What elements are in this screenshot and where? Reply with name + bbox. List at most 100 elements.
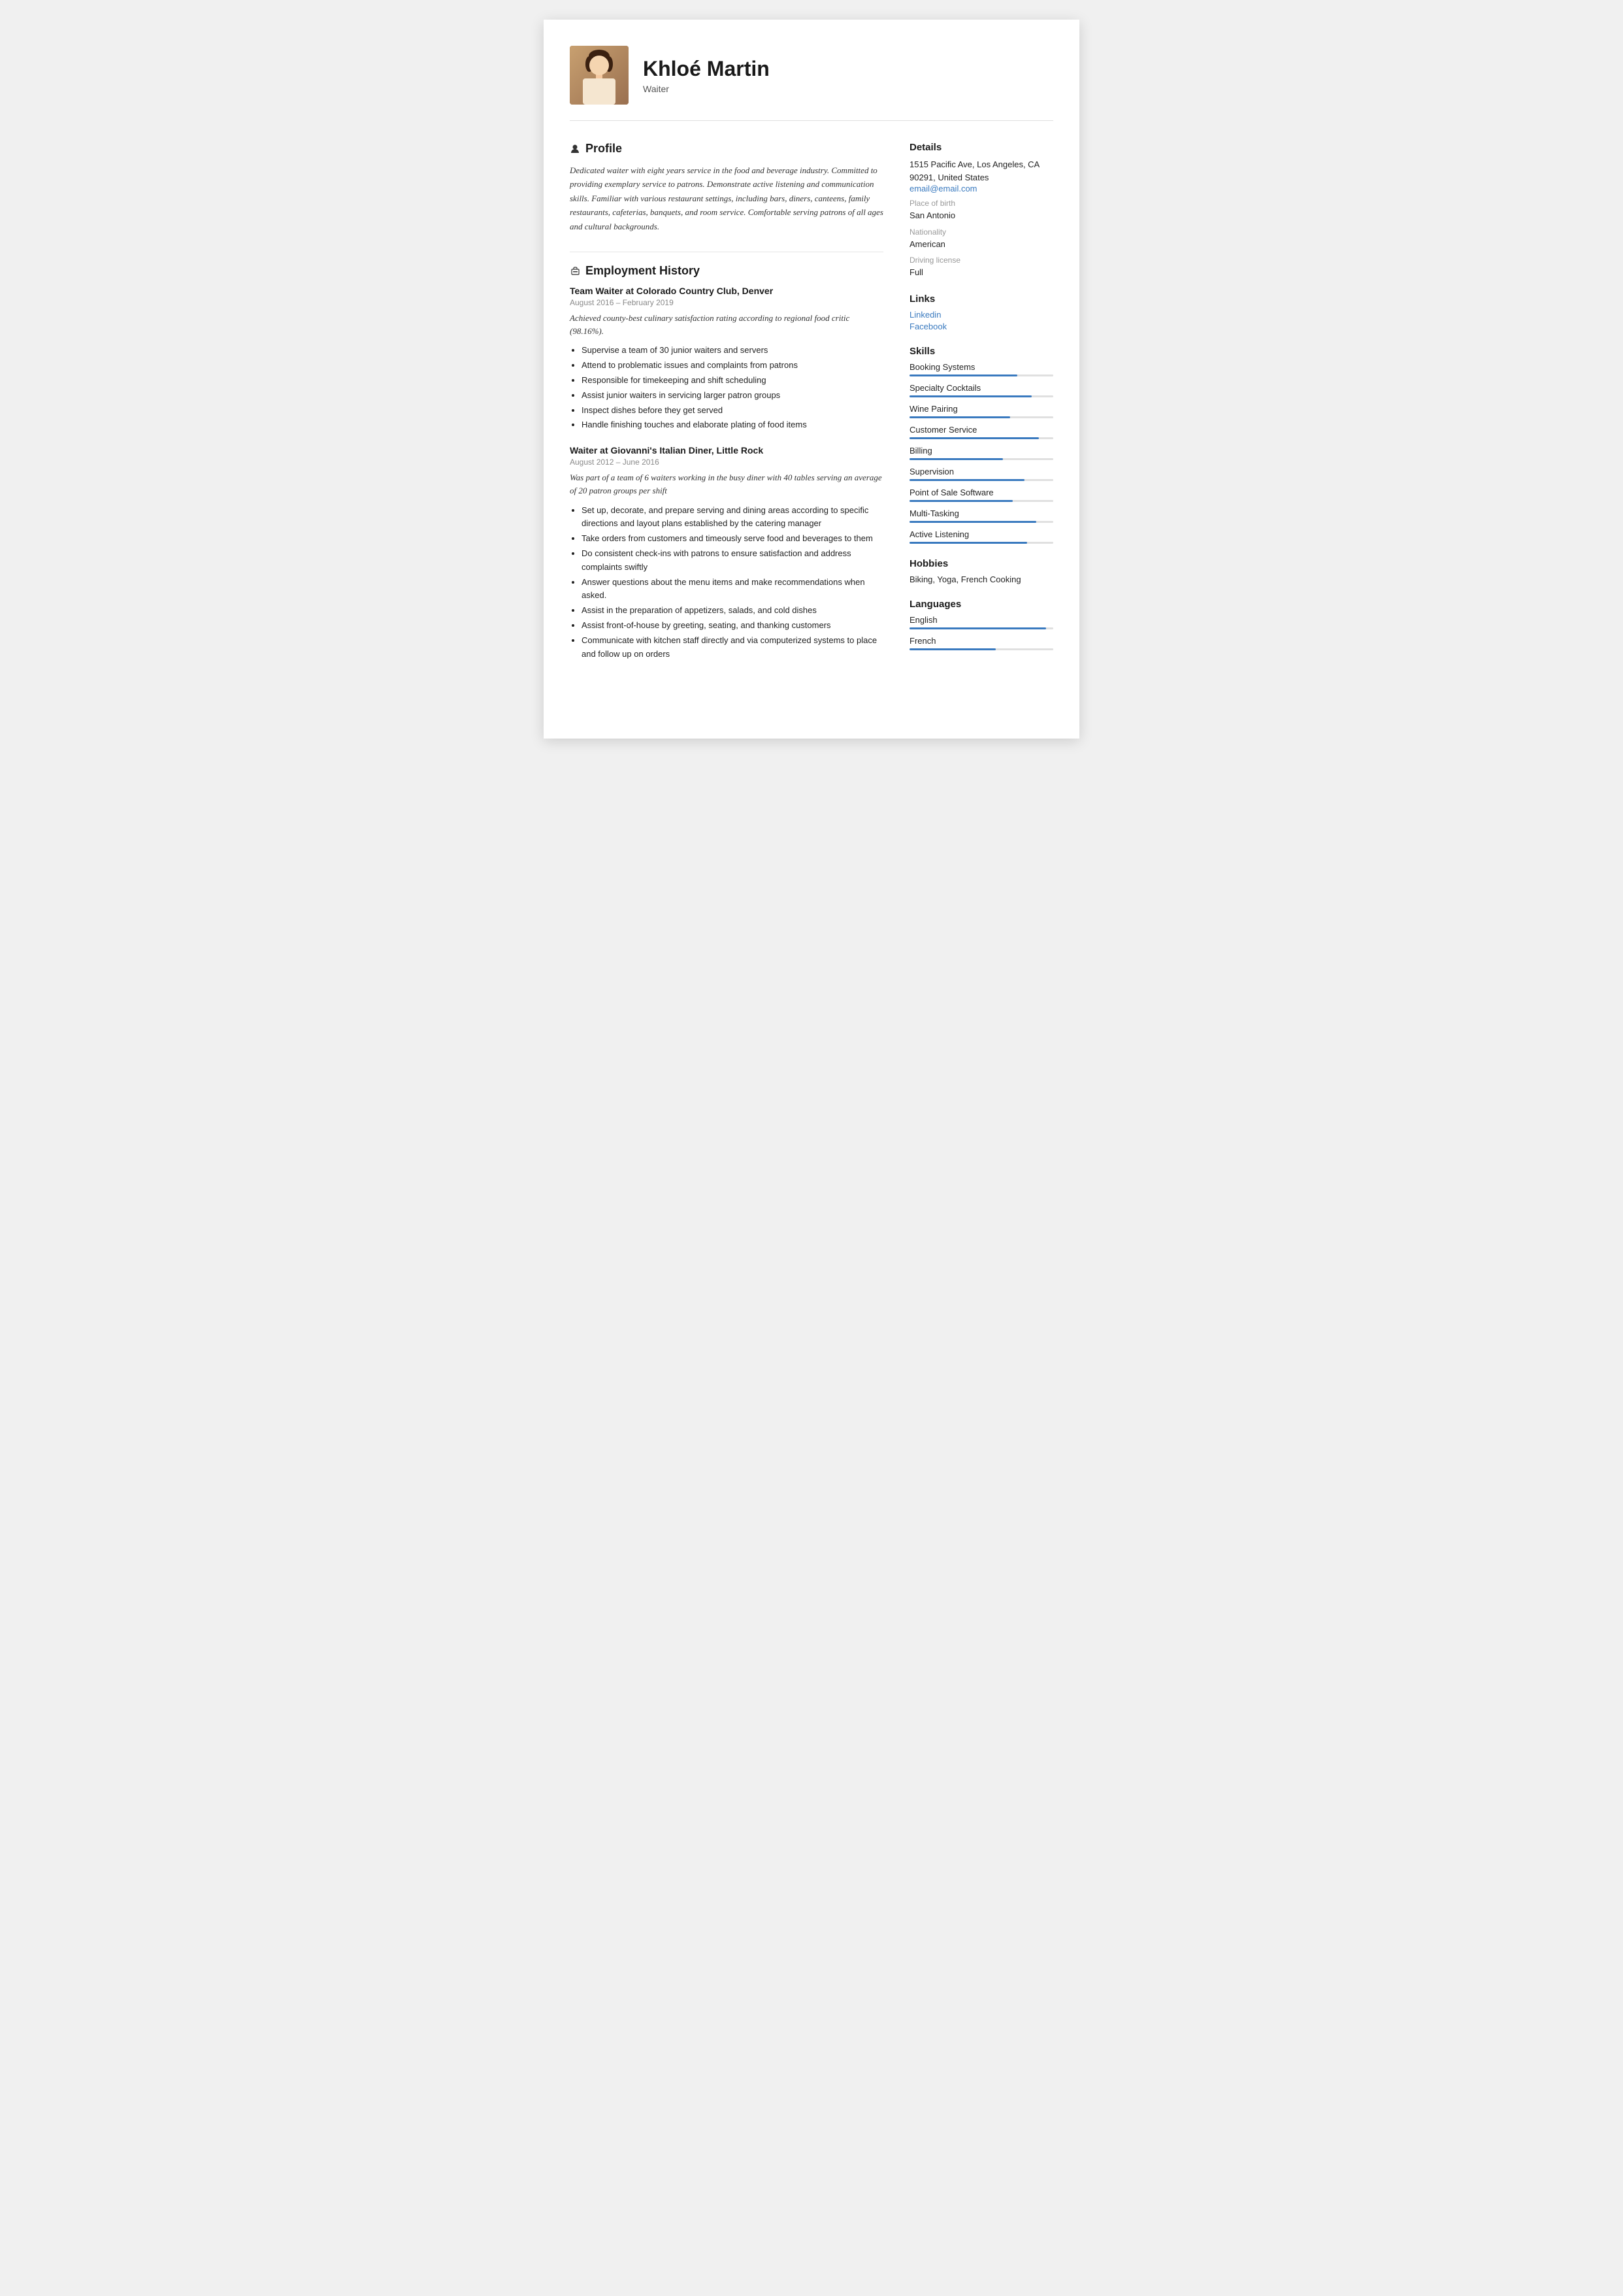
details-section-title: Details bbox=[910, 142, 1053, 153]
language-bar-fill bbox=[910, 648, 996, 650]
language-item: French bbox=[910, 636, 1053, 650]
profile-section-title: Profile bbox=[570, 142, 883, 156]
header: Khloé Martin Waiter bbox=[570, 46, 1053, 121]
skill-item: Point of Sale Software bbox=[910, 488, 1053, 502]
skill-item: Booking Systems bbox=[910, 362, 1053, 376]
place-of-birth-label: Place of birth bbox=[910, 199, 1053, 208]
skill-bar-fill bbox=[910, 395, 1032, 397]
job-title-2: Waiter at Giovanni's Italian Diner, Litt… bbox=[570, 445, 883, 456]
right-column: Details 1515 Pacific Ave, Los Angeles, C… bbox=[910, 142, 1053, 706]
place-of-birth-value: San Antonio bbox=[910, 209, 1053, 222]
language-bar-bg bbox=[910, 648, 1053, 650]
skill-bar-bg bbox=[910, 521, 1053, 523]
skill-name: Booking Systems bbox=[910, 362, 1053, 372]
list-item: Answer questions about the menu items an… bbox=[582, 576, 883, 603]
details-address: 1515 Pacific Ave, Los Angeles, CA 90291,… bbox=[910, 158, 1053, 184]
list-item: Supervise a team of 30 junior waiters an… bbox=[582, 344, 883, 358]
languages-section-title: Languages bbox=[910, 599, 1053, 610]
job-entry-2: Waiter at Giovanni's Italian Diner, Litt… bbox=[570, 445, 883, 661]
employment-section: Employment History Team Waiter at Colora… bbox=[570, 264, 883, 661]
skill-bar-bg bbox=[910, 437, 1053, 439]
details-email: email@email.com bbox=[910, 184, 1053, 193]
avatar-image bbox=[570, 46, 629, 105]
skill-name: Multi-Tasking bbox=[910, 508, 1053, 518]
skill-bar-bg bbox=[910, 500, 1053, 502]
skill-bar-fill bbox=[910, 437, 1039, 439]
job-entry-1: Team Waiter at Colorado Country Club, De… bbox=[570, 286, 883, 432]
list-item: Inspect dishes before they get served bbox=[582, 404, 883, 418]
job-dates-2: August 2012 – June 2016 bbox=[570, 458, 883, 467]
skill-name: Billing bbox=[910, 446, 1053, 456]
skill-bar-fill bbox=[910, 500, 1013, 502]
details-section: Details 1515 Pacific Ave, Los Angeles, C… bbox=[910, 142, 1053, 279]
hobbies-text: Biking, Yoga, French Cooking bbox=[910, 574, 1053, 584]
skill-name: Customer Service bbox=[910, 425, 1053, 435]
language-bar-fill bbox=[910, 627, 1046, 629]
skill-item: Active Listening bbox=[910, 529, 1053, 544]
facebook-link[interactable]: Facebook bbox=[910, 322, 1053, 331]
driving-license-label: Driving license bbox=[910, 256, 1053, 265]
left-column: Profile Dedicated waiter with eight year… bbox=[570, 142, 883, 706]
driving-license-value: Full bbox=[910, 266, 1053, 279]
links-section: Links Linkedin Facebook bbox=[910, 293, 1053, 331]
hobbies-section: Hobbies Biking, Yoga, French Cooking bbox=[910, 558, 1053, 584]
job-dates-1: August 2016 – February 2019 bbox=[570, 298, 883, 307]
profile-icon bbox=[570, 144, 580, 154]
job-summary-2: Was part of a team of 6 waiters working … bbox=[570, 471, 883, 497]
skill-bar-fill bbox=[910, 542, 1027, 544]
skill-bar-bg bbox=[910, 416, 1053, 418]
job-summary-1: Achieved county-best culinary satisfacti… bbox=[570, 312, 883, 338]
skill-bar-bg bbox=[910, 479, 1053, 481]
list-item: Assist in the preparation of appetizers,… bbox=[582, 604, 883, 618]
list-item: Assist front-of-house by greeting, seati… bbox=[582, 619, 883, 633]
skill-item: Customer Service bbox=[910, 425, 1053, 439]
profile-section: Profile Dedicated waiter with eight year… bbox=[570, 142, 883, 233]
nationality-label: Nationality bbox=[910, 227, 1053, 237]
list-item: Responsible for timekeeping and shift sc… bbox=[582, 374, 883, 388]
profile-text: Dedicated waiter with eight years servic… bbox=[570, 163, 883, 233]
skill-bar-fill bbox=[910, 458, 1003, 460]
candidate-title: Waiter bbox=[643, 84, 1053, 94]
employment-section-title: Employment History bbox=[570, 264, 883, 278]
skill-bar-bg bbox=[910, 542, 1053, 544]
avatar bbox=[570, 46, 629, 105]
languages-list: English French bbox=[910, 615, 1053, 650]
skill-bar-bg bbox=[910, 395, 1053, 397]
skill-bar-fill bbox=[910, 416, 1010, 418]
skills-section: Skills Booking Systems Specialty Cocktai… bbox=[910, 346, 1053, 544]
main-content: Profile Dedicated waiter with eight year… bbox=[570, 142, 1053, 706]
skill-item: Wine Pairing bbox=[910, 404, 1053, 418]
skills-section-title: Skills bbox=[910, 346, 1053, 357]
skill-name: Wine Pairing bbox=[910, 404, 1053, 414]
list-item: Do consistent check-ins with patrons to … bbox=[582, 547, 883, 574]
hobbies-section-title: Hobbies bbox=[910, 558, 1053, 569]
nationality-value: American bbox=[910, 238, 1053, 251]
links-section-title: Links bbox=[910, 293, 1053, 305]
list-item: Take orders from customers and timeously… bbox=[582, 532, 883, 546]
skill-item: Multi-Tasking bbox=[910, 508, 1053, 523]
linkedin-link[interactable]: Linkedin bbox=[910, 310, 1053, 320]
skill-bar-fill bbox=[910, 521, 1036, 523]
languages-section: Languages English French bbox=[910, 599, 1053, 650]
language-bar-bg bbox=[910, 627, 1053, 629]
skill-name: Supervision bbox=[910, 467, 1053, 476]
candidate-name: Khloé Martin bbox=[643, 57, 1053, 81]
skill-item: Specialty Cocktails bbox=[910, 383, 1053, 397]
list-item: Handle finishing touches and elaborate p… bbox=[582, 418, 883, 432]
skill-bar-fill bbox=[910, 374, 1017, 376]
language-item: English bbox=[910, 615, 1053, 629]
list-item: Attend to problematic issues and complai… bbox=[582, 359, 883, 373]
skill-item: Supervision bbox=[910, 467, 1053, 481]
skills-list: Booking Systems Specialty Cocktails Wine… bbox=[910, 362, 1053, 544]
language-name: French bbox=[910, 636, 1053, 646]
job-bullets-2: Set up, decorate, and prepare serving an… bbox=[570, 504, 883, 661]
skill-name: Active Listening bbox=[910, 529, 1053, 539]
skill-name: Point of Sale Software bbox=[910, 488, 1053, 497]
resume-container: Khloé Martin Waiter Profile Dedicated wa bbox=[544, 20, 1079, 739]
list-item: Communicate with kitchen staff directly … bbox=[582, 634, 883, 661]
skill-name: Specialty Cocktails bbox=[910, 383, 1053, 393]
job-bullets-1: Supervise a team of 30 junior waiters an… bbox=[570, 344, 883, 432]
job-title-1: Team Waiter at Colorado Country Club, De… bbox=[570, 286, 883, 296]
skill-item: Billing bbox=[910, 446, 1053, 460]
list-item: Set up, decorate, and prepare serving an… bbox=[582, 504, 883, 531]
